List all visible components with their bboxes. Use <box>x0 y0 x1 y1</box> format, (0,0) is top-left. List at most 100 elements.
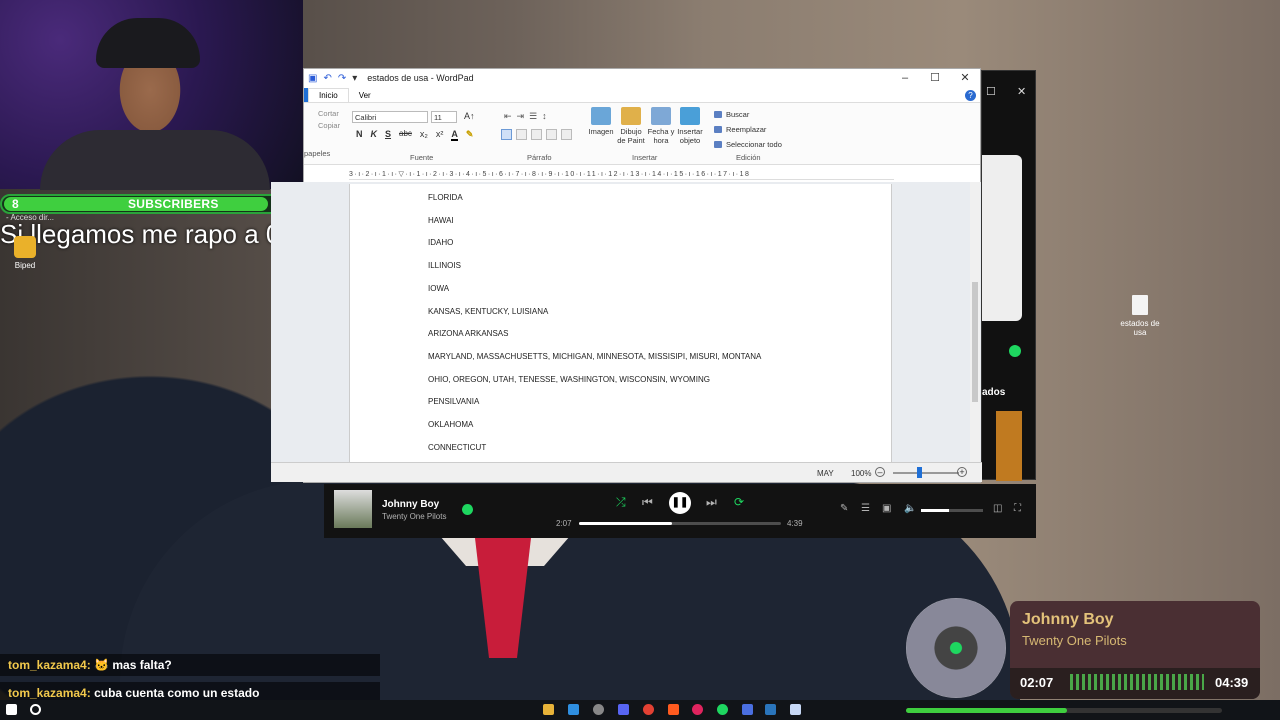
bold-button[interactable]: N <box>356 129 363 141</box>
title-bar[interactable]: ▣ ↶ ↷ ▾ estados de usa - WordPad – ☐ ✕ <box>304 69 980 87</box>
search-icon[interactable] <box>30 704 41 715</box>
zoom-slider-knob[interactable] <box>917 467 922 478</box>
document-line[interactable]: ARIZONA ARKANSAS <box>428 329 508 338</box>
help-icon[interactable]: ? <box>965 90 976 101</box>
document-line[interactable]: FLORIDA <box>428 193 463 202</box>
spotify-window-back[interactable]: ☐ ✕ ados <box>981 70 1036 481</box>
align-center-icon[interactable] <box>516 129 527 140</box>
redo-icon[interactable]: ↷ <box>338 73 346 84</box>
lyrics-icon[interactable]: ✎ <box>840 503 848 514</box>
document-line[interactable]: HAWAI <box>428 216 454 225</box>
steam-icon[interactable] <box>765 704 776 715</box>
app-icon[interactable] <box>742 704 753 715</box>
superscript-button[interactable]: x² <box>436 129 444 141</box>
previous-icon[interactable]: ⏮ <box>642 495 653 510</box>
next-icon[interactable]: ⏭ <box>706 495 717 510</box>
app-icon[interactable] <box>593 704 604 715</box>
document-line[interactable]: CONNECTICUT <box>428 443 486 452</box>
document-line[interactable]: ILLINOIS <box>428 261 461 270</box>
spotify-player-bar: Johnny Boy Twenty One Pilots ⤮ ⏮ ❚❚ ⏭ ⟳ … <box>324 484 1036 538</box>
image-button[interactable]: Imagen <box>586 107 616 136</box>
volume-slider[interactable] <box>921 509 983 512</box>
decrease-indent-icon[interactable]: ⇤ <box>504 111 512 122</box>
queue-icon[interactable]: ☰ <box>861 503 870 514</box>
highlight-icon[interactable]: ✎ <box>466 129 474 141</box>
cut-button[interactable]: Cortar <box>308 108 340 120</box>
justify-icon[interactable] <box>546 129 557 140</box>
miniplayer-icon[interactable]: ◫ <box>993 503 1002 514</box>
song-title[interactable]: Johnny Boy <box>382 499 439 510</box>
save-icon[interactable]: ▣ <box>308 73 317 84</box>
font-family-select[interactable]: Calibri <box>352 111 428 123</box>
increase-indent-icon[interactable]: ⇥ <box>517 111 525 122</box>
pause-button[interactable]: ❚❚ <box>669 492 691 514</box>
spotify-icon[interactable] <box>717 704 728 715</box>
fullscreen-icon[interactable]: ⛶ <box>1014 503 1021 514</box>
insert-object-button[interactable]: Insertar objeto <box>675 107 705 145</box>
vertical-scrollbar[interactable] <box>970 182 980 464</box>
album-thumb[interactable] <box>996 411 1022 481</box>
liked-check-icon[interactable] <box>1009 345 1021 357</box>
align-right-icon[interactable] <box>531 129 542 140</box>
zoom-slider[interactable] <box>893 472 959 474</box>
strikethrough-button[interactable]: abc <box>399 129 412 141</box>
font-color-button[interactable]: A <box>451 129 458 141</box>
document-line[interactable]: IDAHO <box>428 238 453 247</box>
zoom-out-button[interactable]: – <box>875 467 885 477</box>
undo-icon[interactable]: ↶ <box>323 73 331 84</box>
desktop-file-estados[interactable]: estados de usa <box>1120 295 1160 337</box>
select-all-button[interactable]: Seleccionar todo <box>714 137 782 152</box>
find-button[interactable]: Buscar <box>714 107 782 122</box>
tab-inicio[interactable]: Inicio <box>308 88 349 102</box>
zoom-in-button[interactable]: + <box>957 467 967 477</box>
maximize-icon[interactable]: ☐ <box>986 85 996 98</box>
app-icon[interactable] <box>568 704 579 715</box>
wordpad-window[interactable]: ▣ ↶ ↷ ▾ estados de usa - WordPad – ☐ ✕ I… <box>271 68 982 483</box>
line-spacing-icon[interactable]: ↕ <box>542 111 547 122</box>
customize-icon[interactable]: ▾ <box>352 73 357 84</box>
album-cover[interactable] <box>334 490 372 528</box>
devices-icon[interactable]: ▣ <box>882 503 891 514</box>
brave-icon[interactable] <box>668 704 679 715</box>
maximize-button[interactable]: ☐ <box>920 69 950 87</box>
document-page[interactable]: FLORIDA HAWAI IDAHO ILLINOIS IOWA KANSAS, KEN… <box>349 184 892 466</box>
close-icon[interactable]: ✕ <box>1017 85 1026 98</box>
desktop-icon-biped[interactable]: Biped <box>10 236 40 270</box>
grow-font-icon[interactable]: A↑ <box>464 111 475 121</box>
document-line[interactable]: KANSAS, KENTUCKY, LUISIANA <box>428 307 548 316</box>
volume-icon[interactable]: 🔈 <box>904 503 916 514</box>
app-icon[interactable] <box>692 704 703 715</box>
document-line[interactable]: OKLAHOMA <box>428 420 473 429</box>
scroll-thumb[interactable] <box>972 282 978 402</box>
align-left-icon[interactable] <box>501 129 512 140</box>
chrome-icon[interactable] <box>643 704 654 715</box>
document-line[interactable]: IOWA <box>428 284 449 293</box>
underline-button[interactable]: S <box>385 129 391 141</box>
paragraph-icon[interactable] <box>561 129 572 140</box>
discord-icon[interactable] <box>618 704 629 715</box>
italic-button[interactable]: K <box>371 129 378 141</box>
font-size-select[interactable]: 11 <box>431 111 457 123</box>
wordpad-icon[interactable] <box>790 704 801 715</box>
document-line[interactable]: OHIO, OREGON, UTAH, TENESSE, WASHINGTON,… <box>428 375 710 384</box>
minimize-button[interactable]: – <box>890 69 920 87</box>
tab-ver[interactable]: Ver <box>349 89 381 102</box>
close-button[interactable]: ✕ <box>950 69 980 87</box>
document-line[interactable]: MARYLAND, MASSACHUSETTS, MICHIGAN, MINNE… <box>428 352 761 361</box>
document-line[interactable]: PENSILVANIA <box>428 397 479 406</box>
song-artist[interactable]: Twenty One Pilots <box>382 512 446 521</box>
subscript-button[interactable]: x₂ <box>420 129 428 141</box>
bullets-icon[interactable]: ☰ <box>529 111 537 122</box>
paint-button[interactable]: Dibujo de Paint <box>616 107 646 145</box>
liked-check-icon[interactable] <box>462 504 473 515</box>
repeat-icon[interactable]: ⟳ <box>734 495 744 509</box>
copy-button[interactable]: Copiar <box>308 120 340 132</box>
explorer-icon[interactable] <box>543 704 554 715</box>
replace-button[interactable]: Reemplazar <box>714 122 782 137</box>
ruler[interactable]: 3·ı·2·ı·1·ı·▽·ı·1·ı·2·ı·3·ı·4·ı·5·ı·6·ı·… <box>349 170 894 180</box>
progress-bar[interactable] <box>579 522 781 525</box>
start-icon[interactable] <box>6 704 17 715</box>
edit-group: Buscar Reemplazar Seleccionar todo <box>714 107 782 152</box>
datetime-button[interactable]: Fecha y hora <box>646 107 676 145</box>
shuffle-icon[interactable]: ⤮ <box>616 495 626 510</box>
